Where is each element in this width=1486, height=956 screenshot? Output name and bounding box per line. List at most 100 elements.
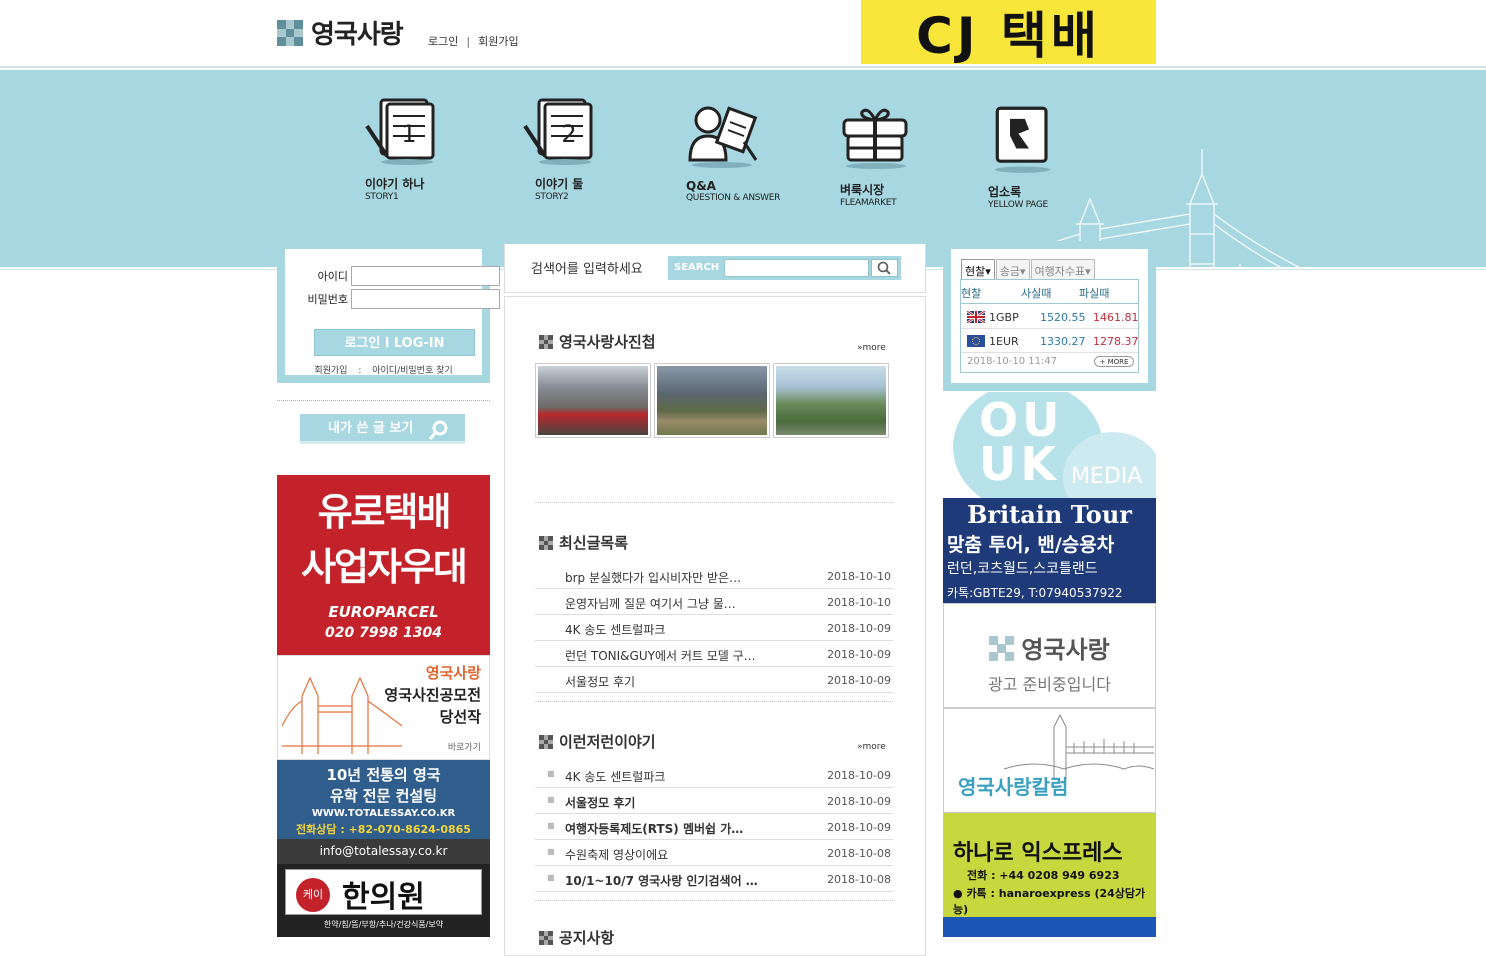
photo-section-header: 영국사랑사진첩 (539, 331, 656, 352)
post-date: 2018-10-10 (827, 570, 891, 583)
notice-section-header: 공지사항 (539, 927, 614, 948)
search-tag: SEARCH (674, 262, 720, 273)
photo-more-link[interactable]: »more (857, 343, 886, 353)
photo-thumb-park[interactable] (654, 363, 770, 438)
top-header: 영국사랑 로그인 | 회원가입 CJ 택배 (0, 0, 1486, 68)
my-posts-button[interactable]: 내가 쓴 글 보기 (300, 414, 465, 444)
nav-story1[interactable]: 1 이야기 하나 STORY1 (365, 96, 475, 202)
currency-name: 1EUR (989, 335, 1019, 348)
misc-more-link[interactable]: »more (857, 742, 886, 752)
site-logo[interactable]: 영국사랑 (277, 14, 404, 51)
ad-title: 10년 전통의 영국 (326, 766, 441, 784)
exchange-rate-box: 현찰▾ 송금▾ 여행자수표▾ 현찰 사실때 파실때 1GBP 1520.55 1… (943, 241, 1156, 391)
hanaro-express-ad[interactable]: 하나로 익스프레스 전화 : +44 0208 949 6923 ● 카톡 : … (943, 813, 1156, 937)
ad-link[interactable]: 바로가기 (448, 740, 481, 753)
search-label: 검색어를 입력하세요 (531, 262, 643, 277)
post-date: 2018-10-08 (827, 873, 891, 886)
list-item[interactable]: 운영자님께 질문 여기서 그냥 물… 2018-10-10 (535, 589, 893, 615)
post-title: 여행자등록제도(RTS) 멤버쉽 가… (565, 822, 744, 836)
ad-placeholder[interactable]: 영국사랑 광고 준비중입니다 (943, 603, 1156, 708)
search-button[interactable] (871, 259, 898, 277)
recent-post-list: brp 분실했다가 입시비자만 받은… 2018-10-10 운영자님께 질문 여… (535, 563, 893, 693)
nav-yellowpage[interactable]: 업소록 YELLOW PAGE (988, 104, 1098, 210)
nav-fleamarket[interactable]: 벼룩시장 FLEAMARKET (840, 102, 950, 208)
svg-text:2: 2 (561, 120, 576, 148)
europarcel-ad[interactable]: 유로택배 사업자우대 EUROPARCEL 020 7998 1304 (277, 475, 490, 655)
search-input[interactable] (724, 259, 869, 277)
search-box: 검색어를 입력하세요 SEARCH (504, 241, 926, 293)
column-ad[interactable]: 영국사랑칼럼 (943, 708, 1156, 813)
logo-checker-icon (989, 635, 1015, 661)
list-item[interactable]: 런던 TONI&GUY에서 커트 모델 구… 2018-10-09 (535, 641, 893, 667)
sell-rate: 1278.37 (1093, 335, 1139, 348)
find-account-link[interactable]: 아이디/비밀번호 찾기 (372, 366, 452, 376)
svg-text:1: 1 (401, 120, 416, 148)
search-icon (428, 420, 448, 440)
essay-email[interactable]: info@totalessay.co.kr (277, 839, 490, 864)
post-title: 운영자님께 질문 여기서 그냥 물… (565, 597, 736, 611)
list-item[interactable]: brp 분실했다가 입시비자만 받은… 2018-10-10 (535, 563, 893, 589)
id-input[interactable] (351, 266, 500, 286)
password-input[interactable] (351, 289, 500, 309)
misc-section-header: 이런저런이야기 (539, 731, 656, 752)
nav-story2[interactable]: 2 이야기 둘 STORY2 (523, 96, 633, 202)
ad-title: Britain Tour (967, 500, 1132, 529)
section-icon (539, 734, 553, 749)
divider (535, 701, 893, 702)
list-item[interactable]: 서울정모 후기 2018-10-09 (535, 667, 893, 693)
phonebook-icon (995, 106, 1051, 173)
rate-row-gbp: 1GBP 1520.55 1461.81 (961, 305, 1139, 329)
logo-text: 영국사랑 (311, 20, 404, 50)
col-header: 파실때 (1079, 287, 1110, 300)
rate-row-eur: 1EUR 1330.27 1278.37 (961, 329, 1139, 353)
gift-box-icon (842, 108, 908, 169)
nav-title: 이야기 둘 (535, 177, 584, 191)
media-logo-letters: OUUK (979, 393, 1064, 491)
ad-title: 영국사진공모전 (384, 686, 481, 704)
totalessay-ad[interactable]: 10년 전통의 영국 유학 전문 컨설팅 WWW.TOTALESSAY.CO.K… (277, 760, 490, 839)
search-icon (877, 261, 891, 275)
eu-flag-icon (967, 335, 985, 347)
divider (277, 400, 490, 401)
section-icon (539, 334, 553, 349)
ad-phone: 전화상담 : +82-070-8624-0865 (296, 823, 471, 836)
photo-thumb-london-street[interactable] (535, 363, 651, 438)
more-label: more (862, 742, 886, 752)
nav-subtitle: STORY2 (535, 192, 569, 202)
clinic-prefix: 케이 (296, 878, 330, 912)
ad-text: 광고 준비중입니다 (988, 675, 1111, 694)
ad-subtitle: 사업자우대 (301, 545, 468, 589)
list-item[interactable]: ■ 서울정모 후기 2018-10-09 (535, 788, 893, 814)
list-item[interactable]: ■ 여행자등록제도(RTS) 멤버쉽 가… 2018-10-09 (535, 814, 893, 840)
post-date: 2018-10-09 (827, 821, 891, 834)
my-posts-label: 내가 쓴 글 보기 (328, 421, 414, 436)
login-button[interactable]: 로그인 l LOG-IN (314, 329, 475, 356)
signup-link[interactable]: 회원가입 (478, 35, 518, 48)
nav-qna[interactable]: Q&A QUESTION & ANSWER (686, 100, 806, 203)
list-item[interactable]: ■ 10/1~10/7 영국사랑 인기검색어 … 2018-10-08 (535, 866, 893, 892)
ad-brand: 영국사랑 (425, 664, 481, 682)
ad-talk: ● 카톡 : hanaroexpress (24상담가능) (953, 887, 1146, 916)
list-item[interactable]: ■ 수원축제 영상이에요 2018-10-08 (535, 840, 893, 866)
post-date: 2018-10-09 (827, 622, 891, 635)
ad-subtitle: 유학 전문 컨설팅 (329, 787, 438, 805)
photo-contest-ad[interactable]: 영국사랑 영국사진공모전 당선작 바로가기 (277, 655, 490, 760)
ouuk-media-ad[interactable]: OUUK MEDIA (943, 392, 1156, 498)
list-item[interactable]: 4K 송도 센트럴파크 2018-10-09 (535, 615, 893, 641)
cj-delivery-banner[interactable]: CJ 택배 (861, 0, 1156, 65)
ad-line: 맞춤 투어, 밴/승용차 (947, 534, 1115, 556)
col-header: 사실때 (1021, 287, 1052, 300)
notepad-1-icon: 1 (365, 98, 435, 165)
ad-title: 하나로 익스프레스 (953, 841, 1123, 866)
nav-subtitle: QUESTION & ANSWER (686, 193, 781, 203)
photo-thumb-bridge[interactable] (773, 363, 889, 438)
clinic-ad[interactable]: 케이 한의원 한약/침/뜸/부항/추나/건강식품/보약 (277, 864, 490, 937)
rate-more-button[interactable]: + MORE (1094, 356, 1134, 367)
login-link[interactable]: 로그인 (428, 35, 458, 48)
signup-link[interactable]: 회원가입 (314, 366, 347, 376)
ad-phone: 020 7998 1304 (325, 625, 442, 641)
list-item[interactable]: ■ 4K 송도 센트럴파크 2018-10-09 (535, 762, 893, 788)
britain-tour-ad[interactable]: Britain Tour 맞춤 투어, 밴/승용차 런던,코츠월드,스코틀랜드 … (943, 498, 1156, 603)
nav-subtitle: STORY1 (365, 192, 399, 202)
section-icon (539, 535, 553, 550)
